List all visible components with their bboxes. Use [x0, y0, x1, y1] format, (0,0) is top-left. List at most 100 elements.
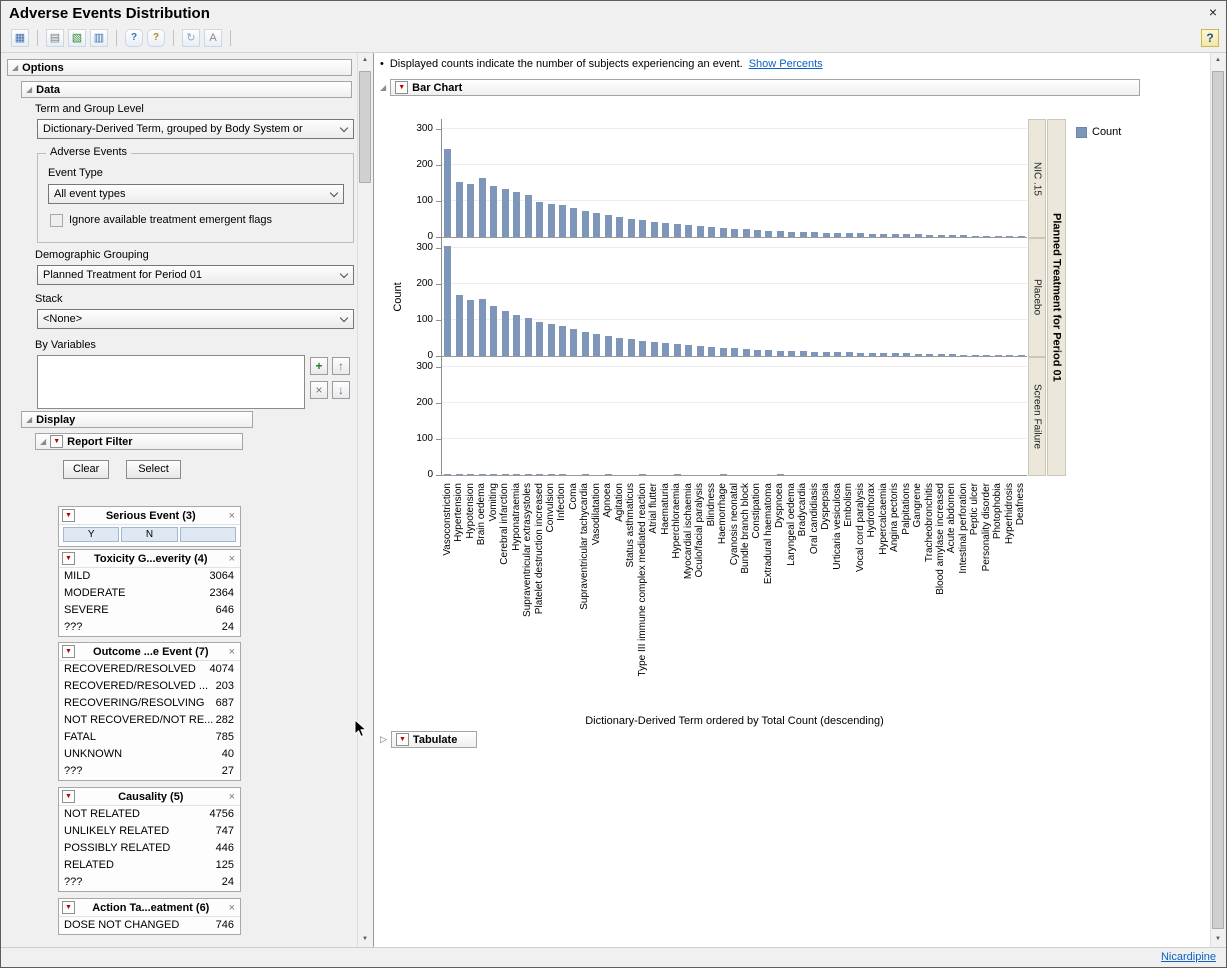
bar[interactable] [846, 352, 853, 356]
bar[interactable] [972, 236, 979, 237]
bar[interactable] [926, 235, 933, 237]
bar[interactable] [502, 474, 509, 475]
filter-level-row[interactable]: RECOVERED/RESOLVED ...203 [59, 678, 240, 695]
bar[interactable] [674, 474, 681, 475]
bar-chart-header[interactable]: ◢ ▼ Bar Chart [380, 79, 1140, 96]
filter-level-row[interactable]: RECOVERED/RESOLVED4074 [59, 661, 240, 678]
bar[interactable] [616, 217, 623, 237]
bar[interactable] [880, 234, 887, 237]
select-button[interactable]: Select [126, 460, 181, 479]
bar[interactable] [720, 474, 727, 475]
bar[interactable] [823, 352, 830, 356]
remove-by-variable-button[interactable]: × [310, 381, 328, 399]
bar[interactable] [869, 353, 876, 356]
stack-combo[interactable]: <None> [37, 309, 354, 329]
bar[interactable] [490, 306, 497, 356]
bar[interactable] [731, 229, 738, 237]
bar[interactable] [444, 246, 451, 356]
bar[interactable] [548, 324, 555, 356]
filter-level-row[interactable]: UNKNOWN40 [59, 746, 240, 763]
bar[interactable] [582, 474, 589, 475]
bar[interactable] [651, 222, 658, 237]
options-scrollbar[interactable]: ▲ ▼ [357, 53, 372, 947]
journal-icon[interactable]: ▤ [46, 29, 64, 47]
bar[interactable] [536, 202, 543, 237]
bar[interactable] [674, 224, 681, 237]
bar[interactable] [444, 149, 451, 237]
bar[interactable] [502, 189, 509, 237]
bar[interactable] [731, 348, 738, 356]
filter-level-row[interactable]: RECOVERING/RESOLVING687 [59, 695, 240, 712]
filter-level-row[interactable]: ???24 [59, 619, 240, 636]
bar[interactable] [1018, 236, 1025, 237]
disclosure-collapsed-icon[interactable]: ▷ [380, 735, 387, 744]
bar[interactable] [926, 354, 933, 356]
bar[interactable] [593, 334, 600, 356]
bar[interactable] [846, 233, 853, 237]
refresh-icon[interactable]: ↻ [182, 29, 200, 47]
bar[interactable] [995, 236, 1002, 237]
filter-level-row[interactable]: NOT RECOVERED/NOT RE...282 [59, 712, 240, 729]
bar[interactable] [456, 474, 463, 475]
bar[interactable] [639, 474, 646, 475]
bar[interactable] [857, 233, 864, 237]
bar[interactable] [720, 348, 727, 356]
bar[interactable] [467, 184, 474, 237]
bar[interactable] [559, 205, 566, 237]
bar[interactable] [490, 474, 497, 475]
bar[interactable] [570, 329, 577, 356]
bar[interactable] [467, 300, 474, 356]
bar[interactable] [983, 355, 990, 356]
bar[interactable] [479, 299, 486, 356]
bar[interactable] [754, 350, 761, 356]
disclosure-open-icon[interactable]: ◢ [26, 86, 32, 94]
bar[interactable] [548, 474, 555, 475]
close-icon[interactable]: × [1209, 4, 1217, 20]
bar[interactable] [502, 311, 509, 356]
filter-level-block[interactable] [180, 527, 236, 542]
report-icon[interactable]: ▥ [90, 29, 108, 47]
bar[interactable] [616, 338, 623, 356]
scroll-down-icon[interactable]: ▼ [1211, 932, 1225, 947]
bar[interactable] [743, 349, 750, 356]
bar[interactable] [960, 355, 967, 356]
event-type-combo[interactable]: All event types [48, 184, 344, 204]
ignore-flags-checkbox[interactable] [50, 214, 63, 227]
bar[interactable] [903, 234, 910, 237]
bar[interactable] [938, 354, 945, 356]
bar[interactable] [811, 352, 818, 356]
filter-level-row[interactable]: SEVERE646 [59, 602, 240, 619]
bar[interactable] [639, 220, 646, 237]
bar[interactable] [708, 227, 715, 237]
bar[interactable] [467, 474, 474, 475]
close-icon[interactable]: × [227, 902, 237, 914]
bar[interactable] [582, 211, 589, 237]
filter-level-row[interactable]: ???24 [59, 874, 240, 891]
filter-level-row[interactable]: ???27 [59, 763, 240, 780]
red-triangle-menu-icon[interactable]: ▼ [62, 509, 75, 522]
help-bubble-icon[interactable]: ? [125, 29, 143, 47]
bar[interactable] [777, 474, 784, 475]
bar[interactable] [674, 344, 681, 356]
bar[interactable] [880, 353, 887, 356]
report-filter-menu-icon[interactable]: ▼ [50, 435, 63, 448]
bar[interactable] [685, 225, 692, 237]
bar[interactable] [685, 345, 692, 356]
bar[interactable] [1006, 355, 1013, 356]
bar[interactable] [915, 354, 922, 356]
bar[interactable] [525, 318, 532, 356]
bar[interactable] [743, 229, 750, 237]
close-icon[interactable]: × [227, 791, 237, 803]
bar[interactable] [456, 182, 463, 237]
disclosure-open-icon[interactable]: ◢ [40, 438, 46, 446]
move-down-button[interactable]: ↓ [332, 381, 350, 399]
bar[interactable] [708, 347, 715, 356]
bar[interactable] [490, 186, 497, 237]
bar[interactable] [972, 355, 979, 356]
close-icon[interactable]: × [227, 646, 237, 658]
bar[interactable] [995, 355, 1002, 356]
bar[interactable] [662, 343, 669, 356]
filter-level-row[interactable]: MILD3064 [59, 568, 240, 585]
report-filter-header[interactable]: ◢ ▼ Report Filter [35, 433, 243, 450]
filter-level-block[interactable]: Y [63, 527, 119, 542]
